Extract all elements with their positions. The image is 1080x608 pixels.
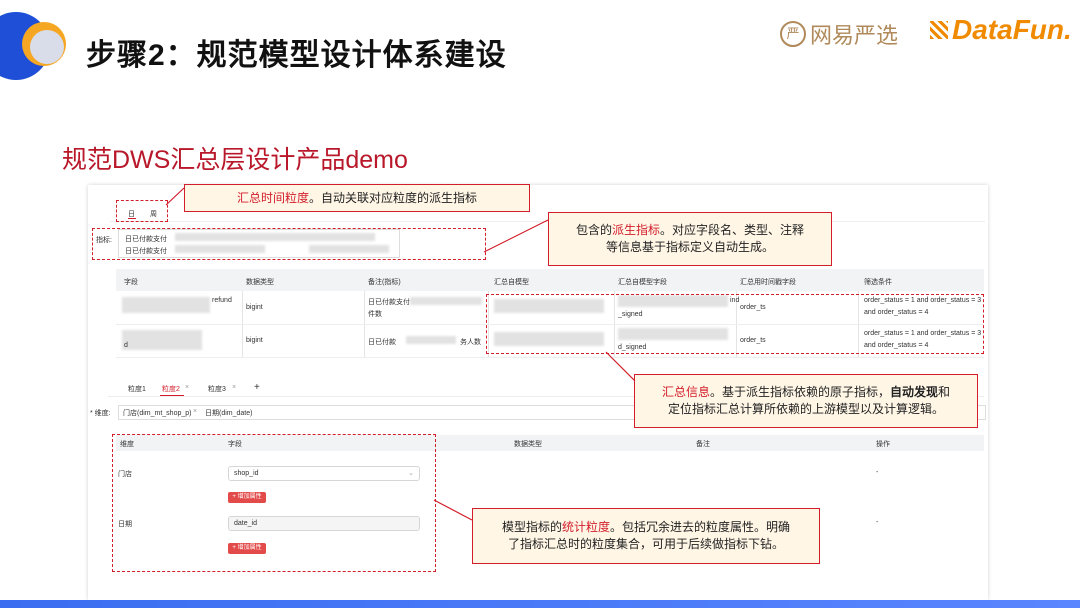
callout-text: 。基于派生指标依赖的原子指标，: [709, 385, 890, 399]
callout-text: 。自动关联对应粒度的派生指标: [309, 190, 478, 205]
callout-red-text: 汇总时间粒度: [236, 190, 309, 205]
callout-red-text: 统计粒度: [561, 520, 610, 534]
callout-red-text: 汇总信息: [661, 385, 710, 399]
callout-text: 了指标汇总时的粒度集合，可用于后续做指标下钻。: [507, 537, 784, 551]
callout-time-granularity: 汇总时间粒度。自动关联对应粒度的派生指标: [184, 184, 530, 212]
callout-text: 。对应字段名、类型、注释: [660, 223, 805, 237]
callout-stat-granularity: 模型指标的统计粒度。包括冗余进去的粒度属性。明确 了指标汇总时的粒度集合，可用于…: [472, 508, 820, 564]
callout-bold-text: 自动发现: [890, 385, 939, 399]
bottom-bar: [0, 600, 1080, 608]
callout-text: 模型指标的: [501, 520, 562, 534]
callout-text: 包含的: [575, 223, 612, 237]
callout-text: 等信息基于指标定义自动生成。: [605, 240, 774, 254]
callout-summary-info: 汇总信息。基于派生指标依赖的原子指标，自动发现和 定位指标汇总计算所依赖的上游模…: [634, 374, 978, 428]
callout-text: 和: [938, 385, 951, 399]
callout-red-text: 派生指标: [611, 223, 660, 237]
callout-text: 。包括冗余进去的粒度属性。明确: [610, 520, 791, 534]
callout-text: 定位指标汇总计算所依赖的上游模型以及计算逻辑。: [667, 402, 944, 416]
callout-derived-metrics: 包含的派生指标。对应字段名、类型、注释 等信息基于指标定义自动生成。: [548, 212, 832, 266]
